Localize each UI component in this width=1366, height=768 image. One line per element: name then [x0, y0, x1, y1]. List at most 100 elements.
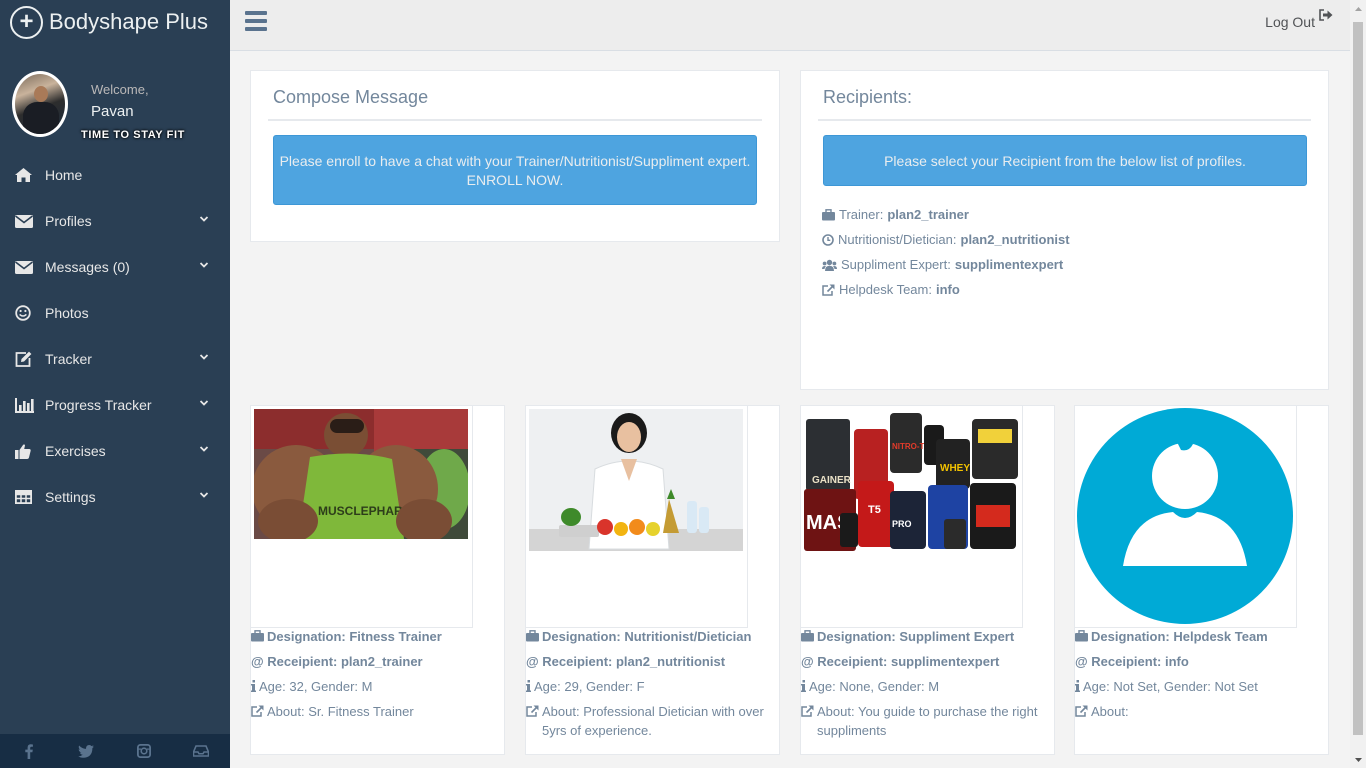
bar-chart-icon — [15, 397, 45, 413]
profile-card-suppliment-expert[interactable]: GAINER NITRO-TECH WHEY MASS T5 PRO Desig… — [800, 405, 1055, 755]
details-text: Age: 32, Gender: M — [259, 679, 373, 694]
external-link-icon — [526, 705, 539, 717]
envelope-icon — [15, 214, 45, 228]
card-about: About: You guide to purchase the right s… — [801, 702, 1055, 740]
sidebar-footer — [0, 734, 230, 768]
recipient-role: Helpdesk Team: — [839, 282, 932, 297]
briefcase-icon — [526, 630, 539, 642]
welcome-text: Welcome, — [91, 82, 149, 97]
chevron-down-icon — [200, 446, 208, 452]
recipient-name[interactable]: info — [936, 282, 960, 297]
facebook-icon[interactable] — [0, 734, 58, 768]
sign-out-icon — [1319, 9, 1333, 21]
instagram-icon[interactable] — [115, 734, 173, 768]
card-recipient[interactable]: @ Receipient: plan2_nutritionist — [526, 652, 780, 671]
profile-card-trainer[interactable]: MUSCLEPHARM Designation: Fitness Trainer… — [250, 405, 505, 755]
clock-icon — [822, 233, 834, 246]
designation-text: Designation: Nutritionist/Dietician — [542, 629, 752, 644]
briefcase-icon — [801, 630, 814, 642]
sidebar-item-progress-tracker[interactable]: Progress Tracker — [0, 382, 230, 428]
default-avatar[interactable] — [1075, 406, 1297, 628]
enroll-now-link[interactable]: ENROLL NOW. — [274, 171, 756, 190]
card-designation: Designation: Suppliment Expert — [801, 627, 1055, 646]
recipient-name[interactable]: plan2_trainer — [887, 207, 969, 222]
external-link-icon — [822, 284, 835, 296]
sidebar-item-label: Exercises — [45, 443, 106, 459]
sidebar-menu: Home Profiles Messages (0) Photos Tracke… — [0, 152, 230, 520]
card-designation: Designation: Nutritionist/Dietician — [526, 627, 780, 646]
enroll-alert[interactable]: Please enroll to have a chat with your T… — [273, 135, 757, 205]
about-text: About: Professional Dietician with over … — [542, 704, 764, 738]
sidebar-item-label: Home — [45, 167, 83, 183]
recipients-title: Recipients: — [823, 87, 913, 107]
recipients-panel: Recipients: Please select your Recipient… — [800, 70, 1329, 390]
sidebar-item-profiles[interactable]: Profiles — [0, 198, 230, 244]
brand[interactable]: + Bodyshape Plus — [0, 0, 230, 44]
sidebar-item-tracker[interactable]: Tracker — [0, 336, 230, 382]
avatar[interactable] — [12, 71, 68, 137]
details-text: Age: None, Gender: M — [809, 679, 940, 694]
users-icon — [822, 259, 837, 271]
chevron-down-icon — [200, 354, 208, 360]
inbox-icon[interactable] — [173, 734, 231, 768]
card-designation: Designation: Fitness Trainer — [251, 627, 505, 646]
recipient-text[interactable]: @ Receipient: supplimentexpert — [801, 652, 999, 671]
logout-link[interactable]: Log Out — [1265, 9, 1333, 30]
compose-panel: Compose Message Please enroll to have a … — [250, 70, 780, 242]
profile-card-nutritionist[interactable]: Designation: Nutritionist/Dietician @ Re… — [525, 405, 780, 755]
briefcase-icon — [822, 208, 835, 220]
page-scrollbar[interactable] — [1350, 0, 1366, 768]
recipient-name[interactable]: supplimentexpert — [955, 257, 1063, 272]
brand-name: Bodyshape Plus — [49, 9, 208, 34]
sidebar-item-exercises[interactable]: Exercises — [0, 428, 230, 474]
chevron-down-icon — [200, 262, 208, 268]
recipient-role: Suppliment Expert: — [841, 257, 951, 272]
nutritionist-photo[interactable] — [526, 406, 748, 628]
chevron-down-icon — [200, 400, 208, 406]
sidebar-item-label: Tracker — [45, 351, 92, 367]
sidebar-item-home[interactable]: Home — [0, 152, 230, 198]
twitter-icon[interactable] — [58, 734, 116, 768]
scrollbar-thumb[interactable] — [1353, 22, 1363, 735]
card-recipient[interactable]: @ Receipient: plan2_trainer — [251, 652, 505, 671]
card-recipient[interactable]: @ Receipient: supplimentexpert — [801, 652, 1055, 671]
recipient-helpdesk[interactable]: Helpdesk Team: info — [822, 282, 960, 297]
motto-text: TIME TO STAY FIT — [81, 129, 185, 141]
external-link-icon — [1075, 705, 1088, 717]
svg-text:PRO: PRO — [892, 519, 912, 529]
smile-icon — [15, 305, 45, 321]
external-link-icon — [251, 705, 264, 717]
supplements-photo[interactable]: GAINER NITRO-TECH WHEY MASS T5 PRO — [801, 406, 1023, 628]
info-icon — [526, 680, 531, 692]
card-recipient[interactable]: @ Receipient: info — [1075, 652, 1329, 671]
sidebar-item-messages[interactable]: Messages (0) — [0, 244, 230, 290]
designation-text: Designation: Helpdesk Team — [1091, 629, 1268, 644]
edit-icon — [15, 351, 45, 367]
recipient-text[interactable]: @ Receipient: info — [1075, 652, 1189, 671]
external-link-icon — [801, 705, 814, 717]
sidebar-item-label: Profiles — [45, 213, 92, 229]
plus-circle-icon: + — [10, 5, 43, 39]
recipient-text[interactable]: @ Receipient: plan2_nutritionist — [526, 652, 725, 671]
designation-text: Designation: Suppliment Expert — [817, 629, 1015, 644]
sidebar-item-settings[interactable]: Settings — [0, 474, 230, 520]
card-about: About: — [1075, 702, 1329, 721]
compose-title: Compose Message — [273, 87, 429, 107]
scroll-down-arrow-icon[interactable] — [1350, 751, 1366, 768]
svg-text:GAINER: GAINER — [812, 475, 852, 486]
select-recipient-message: Please select your Recipient from the be… — [884, 153, 1246, 169]
sidebar-item-photos[interactable]: Photos — [0, 290, 230, 336]
recipient-name[interactable]: plan2_nutritionist — [961, 232, 1070, 247]
about-text: About: Sr. Fitness Trainer — [267, 704, 414, 719]
sidebar-item-label: Photos — [45, 305, 89, 321]
recipient-nutritionist[interactable]: Nutritionist/Dietician: plan2_nutritioni… — [822, 232, 1070, 247]
recipient-suppliment-expert[interactable]: Suppliment Expert: supplimentexpert — [822, 257, 1063, 272]
scroll-up-arrow-icon[interactable] — [1350, 0, 1366, 17]
profile-card-helpdesk[interactable]: Designation: Helpdesk Team @ Receipient:… — [1074, 405, 1329, 755]
trainer-photo[interactable]: MUSCLEPHARM — [251, 406, 473, 628]
recipient-text[interactable]: @ Receipient: plan2_trainer — [251, 652, 423, 671]
about-text: About: You guide to purchase the right s… — [817, 704, 1038, 738]
recipient-trainer[interactable]: Trainer: plan2_trainer — [822, 207, 969, 222]
sidebar-item-label: Settings — [45, 489, 96, 505]
menu-toggle-icon[interactable] — [245, 11, 267, 31]
